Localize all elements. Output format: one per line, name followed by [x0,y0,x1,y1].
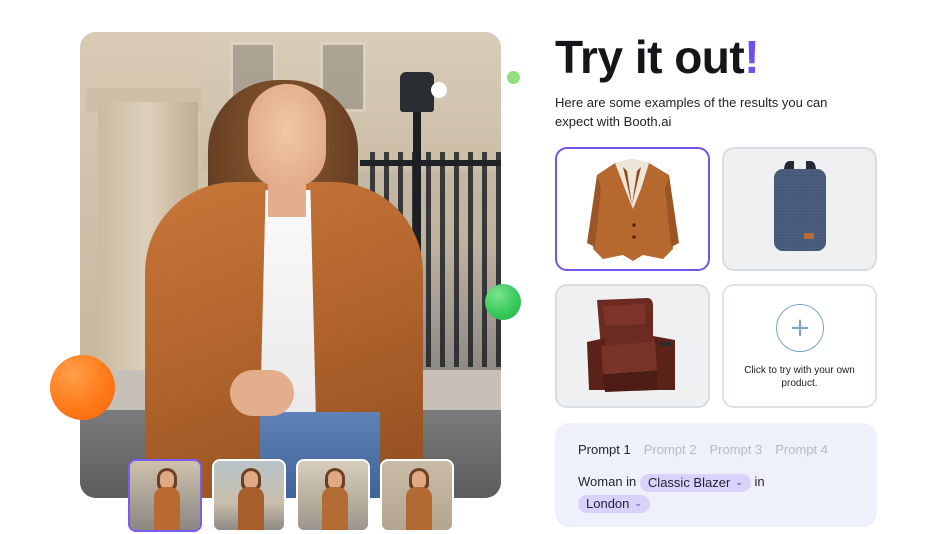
prompt-joiner: in [754,474,765,489]
location-chip-dropdown[interactable]: London ⌄ [578,494,650,513]
prompt-line-2: London ⌄ [578,493,868,513]
thumbnail-outfit [406,487,432,530]
thumbnail-2[interactable] [212,459,286,532]
tab-prompt-2[interactable]: Prompt 2 [644,442,697,457]
plus-icon[interactable]: + [776,304,824,352]
thumbnail-1[interactable] [128,459,202,532]
title-text: Try it out [555,31,745,83]
orange-decor-dot [50,355,115,420]
result-thumbnails [128,459,454,533]
page-subtitle: Here are some examples of the results yo… [555,95,828,129]
small-green-decor-dot [507,71,520,84]
prompt-prefix: Woman in [578,474,637,489]
model-hand [230,370,294,416]
product-card-backpack[interactable] [722,147,877,271]
prompt-tabs: Prompt 1 Prompt 2 Prompt 3 Prompt 4 [578,442,828,457]
chevron-down-icon: ⌄ [735,477,743,488]
location-chip-label: London [586,495,630,511]
green-decor-dot [485,284,521,320]
street-lamp [400,72,434,112]
thumbnail-4[interactable] [380,459,454,532]
product-chip-label: Classic Blazer [647,474,731,490]
thumbnail-3[interactable] [296,459,370,532]
model-face [248,84,326,188]
prompt-panel: Prompt 1 Prompt 2 Prompt 3 Prompt 4 Woma… [555,423,877,527]
title-exclamation: ! [744,31,760,83]
page-title: Try it out! [555,30,760,84]
upload-instruction: Click to try with your own product. [744,365,855,389]
hero-photo [80,32,501,498]
tab-prompt-3[interactable]: Prompt 3 [710,442,763,457]
blazer-image [587,159,679,261]
white-decor-dot [431,82,447,98]
tab-prompt-1[interactable]: Prompt 1 [578,442,631,457]
product-card-blazer[interactable] [555,147,710,271]
tab-prompt-4[interactable]: Prompt 4 [775,442,828,457]
product-chip-dropdown[interactable]: Classic Blazer ⌄ [639,473,751,492]
thumbnail-outfit [322,487,348,530]
chevron-down-icon: ⌄ [634,498,642,509]
thumbnail-outfit [238,487,264,530]
backpack-image [774,161,826,251]
recliner-image [587,298,675,392]
thumbnail-outfit [154,487,180,530]
prompt-sentence: Woman in Classic Blazer ⌄ in London ⌄ [578,472,868,513]
upload-product-card[interactable]: + Click to try with your own product. [722,284,877,408]
product-card-recliner[interactable] [555,284,710,408]
